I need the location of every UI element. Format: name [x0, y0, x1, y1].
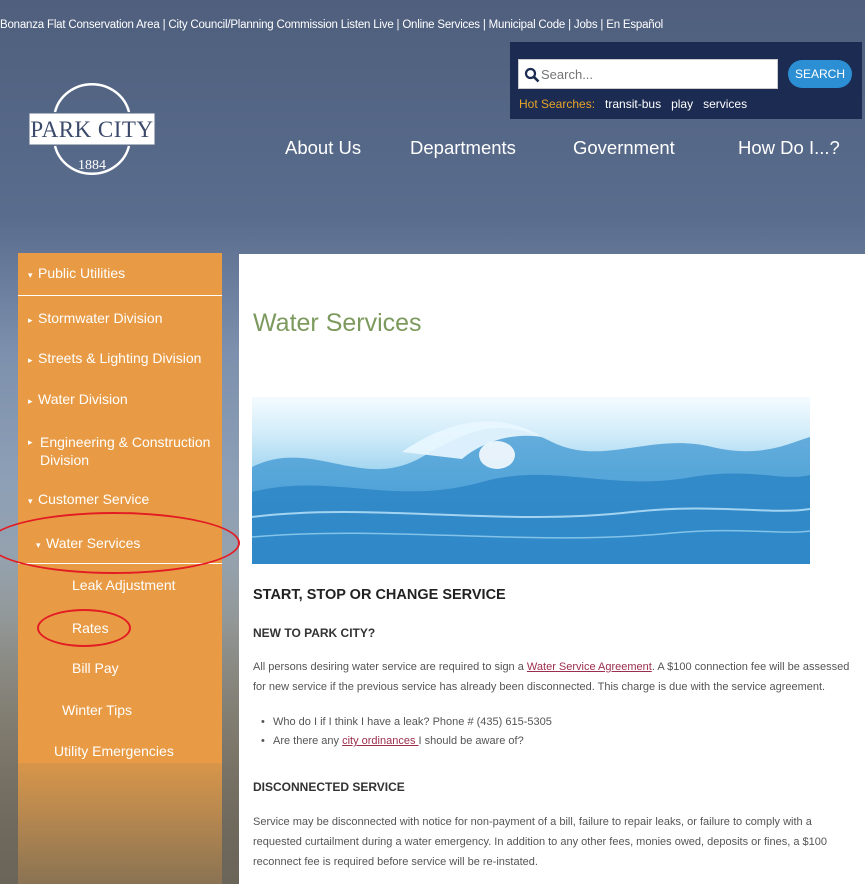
link-water-service-agreement[interactable]: Water Service Agreement [527, 661, 652, 673]
sidebar-item-public-utilities[interactable]: ▾ Public Utilities [28, 265, 232, 281]
main-content: Water Services START, STOP OR CHANGE SER… [239, 254, 865, 884]
paragraph-new-service: All persons desiring water service are r… [253, 661, 850, 693]
top-link-bonanza[interactable]: Bonanza Flat Conservation Area [0, 19, 160, 31]
nav-departments[interactable]: Departments [410, 137, 516, 159]
hot-search-transit-bus[interactable]: transit-bus [605, 97, 661, 111]
top-link-municipal-code[interactable]: Municipal Code [489, 19, 566, 31]
search-panel: SEARCH Hot Searches: transit-bus play servi… [510, 42, 862, 119]
sidebar-item-stormwater[interactable]: ▸ Stormwater Division [28, 310, 232, 326]
search-input[interactable] [541, 60, 771, 88]
nav-government[interactable]: Government [573, 137, 675, 159]
sidebar-divider [18, 295, 222, 296]
subheading-new-to-park-city: NEW TO PARK CITY? [253, 626, 376, 640]
subheading-disconnected-service: DISCONNECTED SERVICE [253, 780, 405, 794]
sidebar-item-customer-service[interactable]: ▾ Customer Service [28, 491, 232, 507]
water-hero-image [252, 397, 810, 564]
hot-search-play[interactable]: play [671, 97, 693, 111]
search-button[interactable]: SEARCH [788, 60, 852, 88]
sidebar-item-water-division[interactable]: ▸ Water Division [28, 391, 232, 407]
top-link-jobs[interactable]: Jobs [574, 19, 598, 31]
paragraph-disconnected-service: Service may be disconnected with notice … [253, 816, 827, 868]
section-heading-start-stop: START, STOP OR CHANGE SERVICE [253, 587, 506, 603]
sidebar-nav: ▾ Public Utilities ▸ Stormwater Division ▸… [18, 253, 222, 763]
caret-right-icon: ▸ [28, 355, 33, 365]
logo-year: 1884 [78, 158, 106, 173]
sidebar-item-streets-lighting[interactable]: ▸ Streets & Lighting Division [28, 350, 232, 366]
annotation-circle-rates [37, 609, 131, 647]
top-link-listen-live[interactable]: City Council/Planning Commission Listen … [168, 19, 393, 31]
page-title: Water Services [253, 309, 422, 337]
caret-right-icon: ▸ [28, 315, 33, 325]
sidebar-fade [18, 763, 222, 884]
nav-how-do-i[interactable]: How Do I...? [738, 137, 840, 159]
caret-right-icon: ▸ [28, 437, 33, 447]
nav-about-us[interactable]: About Us [285, 137, 361, 159]
list-item: • Who do I if I think I have a leak? Phon… [261, 716, 552, 728]
link-city-ordinances[interactable]: city ordinances [342, 735, 418, 747]
caret-down-icon: ▾ [28, 496, 33, 506]
search-icon [524, 67, 540, 83]
sidebar-item-engineering[interactable]: ▸ Engineering & Construction Division [28, 433, 218, 469]
search-box[interactable] [518, 59, 778, 89]
hot-searches: Hot Searches: transit-bus play services [519, 97, 747, 111]
annotation-circle-water-services [0, 512, 240, 574]
sidebar-item-utility-emergencies[interactable]: Utility Emergencies [54, 743, 258, 759]
bullet-icon: • [261, 735, 265, 747]
list-item: • Are there any city ordinances I should … [261, 735, 524, 747]
caret-right-icon: ▸ [28, 396, 33, 406]
utility-links: Bonanza Flat Conservation Area | City Coun… [0, 19, 664, 31]
hot-searches-label: Hot Searches: [519, 97, 596, 111]
top-link-online-services[interactable]: Online Services [402, 19, 480, 31]
bullet-icon: • [261, 716, 265, 728]
hot-search-services[interactable]: services [703, 97, 747, 111]
logo-name: PARK CITY [30, 117, 153, 142]
top-link-espanol[interactable]: En Español [606, 19, 663, 31]
park-city-logo[interactable]: PARK CITY 1884 [27, 74, 157, 184]
sidebar-item-winter-tips[interactable]: Winter Tips [62, 702, 266, 718]
caret-down-icon: ▾ [28, 270, 33, 280]
